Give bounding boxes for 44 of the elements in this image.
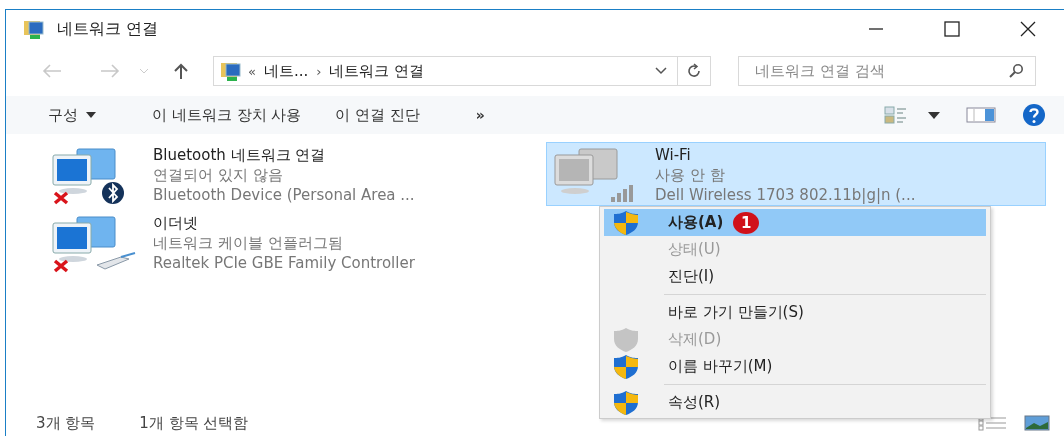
connection-item[interactable]: 이더넷 네트워크 케이블 언플러그됨 Realtek PCIe GBE Family Controller	[44, 210, 546, 274]
connection-name: Wi-Fi	[655, 145, 692, 165]
connection-status: 네트워크 케이블 언플러그됨	[153, 233, 344, 253]
help-icon[interactable]	[1022, 103, 1046, 127]
device-name: Realtek PCIe GBE Family Controller	[153, 253, 415, 273]
up-arrow-icon[interactable]	[173, 62, 189, 80]
menu-item[interactable]: 진단(I)	[604, 263, 986, 290]
status-text: 3개 항목	[36, 413, 96, 433]
command-button[interactable]: 이 네트워크 장치 사용	[146, 101, 308, 129]
refresh-icon	[686, 63, 702, 79]
window-title: 네트워크 연결	[57, 18, 159, 40]
address-bar[interactable]: « 네트... › 네트워크 연결	[213, 56, 711, 86]
menu-item[interactable]: 이름 바꾸기(M)	[604, 353, 986, 380]
menu-item[interactable]: 사용(A) 1	[604, 209, 986, 236]
breadcrumb-separator: «	[248, 63, 256, 79]
breadcrumb[interactable]: 네트...	[263, 61, 309, 81]
menu-item[interactable]: 바로 가기 만들기(S)	[604, 299, 986, 326]
caret-icon[interactable]	[928, 111, 940, 119]
breadcrumb-separator: ›	[316, 63, 322, 79]
network-folder-icon	[220, 60, 242, 82]
more-commands-button[interactable]: »	[469, 103, 491, 127]
caret-icon	[86, 112, 96, 118]
connection-item[interactable]: Bluetooth 네트워크 연결 연결되어 있지 않음 Bluetooth Device (Personal Area ...	[44, 142, 546, 206]
command-button[interactable]: 이 연결 진단	[329, 101, 426, 129]
maximize-icon	[942, 19, 962, 39]
device-name: Dell Wireless 1703 802.11b|g|n (...	[655, 185, 916, 205]
minimize-icon	[869, 28, 883, 30]
connection-name: Bluetooth 네트워크 연결	[153, 145, 327, 165]
status-text: 1개 항목 선택함	[139, 413, 249, 433]
connection-status: 사용 안 함	[655, 165, 726, 185]
menu-item[interactable]: 속성(R)	[604, 389, 986, 416]
network-folder-icon	[23, 18, 45, 40]
connection-status: 연결되어 있지 않음	[153, 165, 284, 185]
step-number-badge: 1	[733, 211, 760, 234]
organize-menu-button[interactable]: 구성	[42, 101, 102, 129]
dropdown-chevron-icon[interactable]	[655, 67, 667, 75]
search-field[interactable]: 네트워크 연결 검색	[738, 56, 1036, 86]
breadcrumb[interactable]: 네트워크 연결	[329, 61, 425, 81]
preview-pane-icon[interactable]	[966, 107, 996, 123]
connection-name: 이더넷	[153, 213, 199, 233]
large-icons-view-icon[interactable]	[1024, 415, 1050, 431]
close-icon	[1018, 19, 1038, 39]
device-name: Bluetooth Device (Personal Area ...	[153, 185, 415, 205]
search-icon	[1008, 63, 1024, 79]
